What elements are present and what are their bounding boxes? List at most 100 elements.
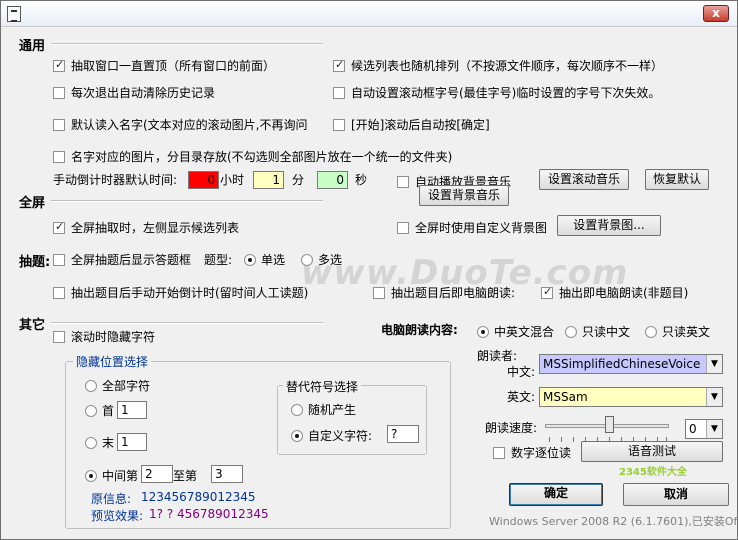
en-voice-select[interactable]: MSSam ▼ [539, 387, 723, 407]
hide-chars-option[interactable]: 滚动时隐藏字符 [53, 328, 155, 345]
radio[interactable] [301, 254, 313, 266]
show-list-label: 全屏抽取时，左侧显示候选列表 [71, 221, 240, 235]
radio-selected[interactable] [85, 470, 97, 482]
title-bar: x [1, 1, 737, 27]
checkbox-checked[interactable] [541, 285, 553, 299]
section-fullscreen-title: 全屏 [19, 196, 46, 211]
manual-timer-label: 抽出题目后手动开始倒计时(留时间人工读题) [71, 286, 309, 300]
radio[interactable] [645, 326, 657, 338]
custom-char-field[interactable]: ? [387, 425, 419, 443]
radio-single-label: 单选 [261, 253, 286, 267]
bg-music-button[interactable]: 设置背景音乐 [419, 185, 509, 206]
checkbox[interactable] [333, 87, 345, 99]
radio-mixed[interactable]: 中英文混合 [477, 323, 554, 340]
radio[interactable] [565, 326, 577, 338]
radio-all-chars[interactable]: 全部字符 [85, 377, 150, 394]
radio[interactable] [291, 404, 303, 416]
radio-head[interactable]: 首 [85, 402, 114, 419]
topmost-option[interactable]: 抽取窗口一直置顶（所有窗口的前面） [53, 57, 275, 74]
name-image-option[interactable]: 名字对应的图片，分目录存放(不勾选则全部图片放在一个统一的文件夹) [53, 148, 452, 165]
ok-button[interactable]: 确定 [509, 483, 603, 506]
speed-select[interactable]: 0 ▼ [685, 419, 723, 439]
speed-slider-thumb[interactable] [605, 416, 614, 433]
speed-value: 0 [689, 422, 697, 436]
replace-symbol-title: 替代符号选择 [283, 378, 362, 395]
restore-default-button[interactable]: 恢复默认 [645, 169, 709, 190]
tail-count-field[interactable]: 1 [117, 433, 147, 451]
checkbox[interactable] [53, 119, 65, 131]
radio-selected[interactable] [244, 254, 256, 266]
radio-custom-label: 自定义字符: [308, 429, 373, 443]
read-aloud-option[interactable]: 抽出题目后即电脑朗读: [373, 284, 515, 301]
middle-from-field[interactable]: 2 [141, 465, 173, 483]
app-icon [7, 6, 21, 22]
radio-cn-only[interactable]: 只读中文 [565, 323, 630, 340]
checkbox[interactable] [333, 119, 345, 131]
show-answer-label: 全屏抽题后显示答题框 [71, 253, 192, 267]
checkbox-checked[interactable] [53, 58, 65, 72]
auto-font-option[interactable]: 自动设置滚动框字号(最佳字号)临时设置的字号下次失效。 [333, 84, 660, 101]
radio-selected[interactable] [477, 326, 489, 338]
custom-bg-label: 全屏时使用自定义背景图 [415, 221, 548, 235]
cancel-button[interactable]: 取消 [623, 483, 729, 506]
clear-history-option[interactable]: 每次退出自动清除历史记录 [53, 84, 215, 101]
radio-tail[interactable]: 末 [85, 434, 114, 451]
radio-en-only[interactable]: 只读英文 [645, 323, 710, 340]
timer-seconds-field[interactable]: 0 [317, 171, 348, 189]
radio[interactable] [85, 380, 97, 392]
settings-window: x www.DuoTe.com 通用 抽取窗口一直置顶（所有窗口的前面） 候选列… [0, 0, 738, 540]
read-name-label: 默认读入名字(文本对应的滚动图片,不再询问 [71, 118, 308, 132]
checkbox[interactable] [373, 287, 385, 299]
checkbox[interactable] [397, 222, 409, 234]
radio-random[interactable]: 随机产生 [291, 401, 356, 418]
show-answer-option[interactable]: 全屏抽题后显示答题框 [53, 251, 191, 268]
radio-middle[interactable]: 中间第 [85, 467, 138, 484]
radio[interactable] [85, 437, 97, 449]
corner-watermark: 2345软件大全 [619, 467, 687, 478]
voice-test-button[interactable]: 语音测试 [581, 441, 723, 462]
checkbox[interactable] [493, 447, 505, 459]
radio-random-label: 随机产生 [308, 403, 357, 417]
checkbox[interactable] [53, 331, 65, 343]
checkbox-checked[interactable] [333, 58, 345, 72]
custom-bg-option[interactable]: 全屏时使用自定义背景图 [397, 219, 547, 236]
radio-custom[interactable]: 自定义字符: [291, 427, 372, 444]
radio-multi[interactable]: 多选 [301, 251, 342, 268]
chevron-down-icon[interactable]: ▼ [706, 355, 722, 373]
digits-option[interactable]: 数字逐位读 [493, 444, 571, 461]
radio-tail-label: 末 [102, 436, 115, 450]
chevron-down-icon[interactable]: ▼ [706, 388, 722, 406]
radio-all-label: 全部字符 [102, 379, 151, 393]
checkbox[interactable] [53, 87, 65, 99]
middle-to-field[interactable]: 3 [211, 465, 243, 483]
show-list-option[interactable]: 全屏抽取时，左侧显示候选列表 [53, 219, 239, 236]
read-non-question-option[interactable]: 抽出即电脑朗读(非题目) [541, 284, 688, 301]
checkbox[interactable] [53, 287, 65, 299]
head-count-field[interactable]: 1 [117, 401, 147, 419]
manual-timer-option[interactable]: 抽出题目后手动开始倒计时(留时间人工读题) [53, 284, 308, 301]
timer-label: 手动倒计时器默认时间: [53, 173, 178, 187]
clear-history-label: 每次退出自动清除历史记录 [71, 86, 216, 100]
radio[interactable] [85, 405, 97, 417]
radio-selected[interactable] [291, 430, 303, 442]
checkbox[interactable] [53, 151, 65, 163]
timer-minutes-field[interactable]: 1 [253, 171, 284, 189]
cn-voice-select[interactable]: MSSimplifiedChineseVoice ▼ [539, 354, 723, 374]
set-background-button[interactable]: 设置背景图... [557, 215, 661, 236]
checkbox-checked[interactable] [53, 220, 65, 234]
radio-single[interactable]: 单选 [244, 251, 285, 268]
second-unit: 秒 [355, 173, 368, 187]
radio-head-label: 首 [102, 404, 115, 418]
radio-multi-label: 多选 [318, 253, 343, 267]
section-other-title: 其它 [19, 318, 46, 333]
chevron-down-icon[interactable]: ▼ [706, 420, 722, 438]
auto-start-option[interactable]: [开始]滚动后自动按[确定] [333, 116, 490, 133]
checkbox[interactable] [397, 176, 409, 188]
close-button[interactable]: x [703, 5, 729, 22]
random-list-option[interactable]: 候选列表也随机排列（不按源文件顺序，每次顺序不一样） [333, 57, 663, 74]
timer-hours-field[interactable]: 0 [188, 171, 219, 189]
scroll-music-button[interactable]: 设置滚动音乐 [539, 169, 629, 190]
radio-middle-label: 中间第 [102, 469, 139, 483]
read-name-option[interactable]: 默认读入名字(文本对应的滚动图片,不再询问 [53, 116, 308, 133]
checkbox[interactable] [53, 254, 65, 266]
